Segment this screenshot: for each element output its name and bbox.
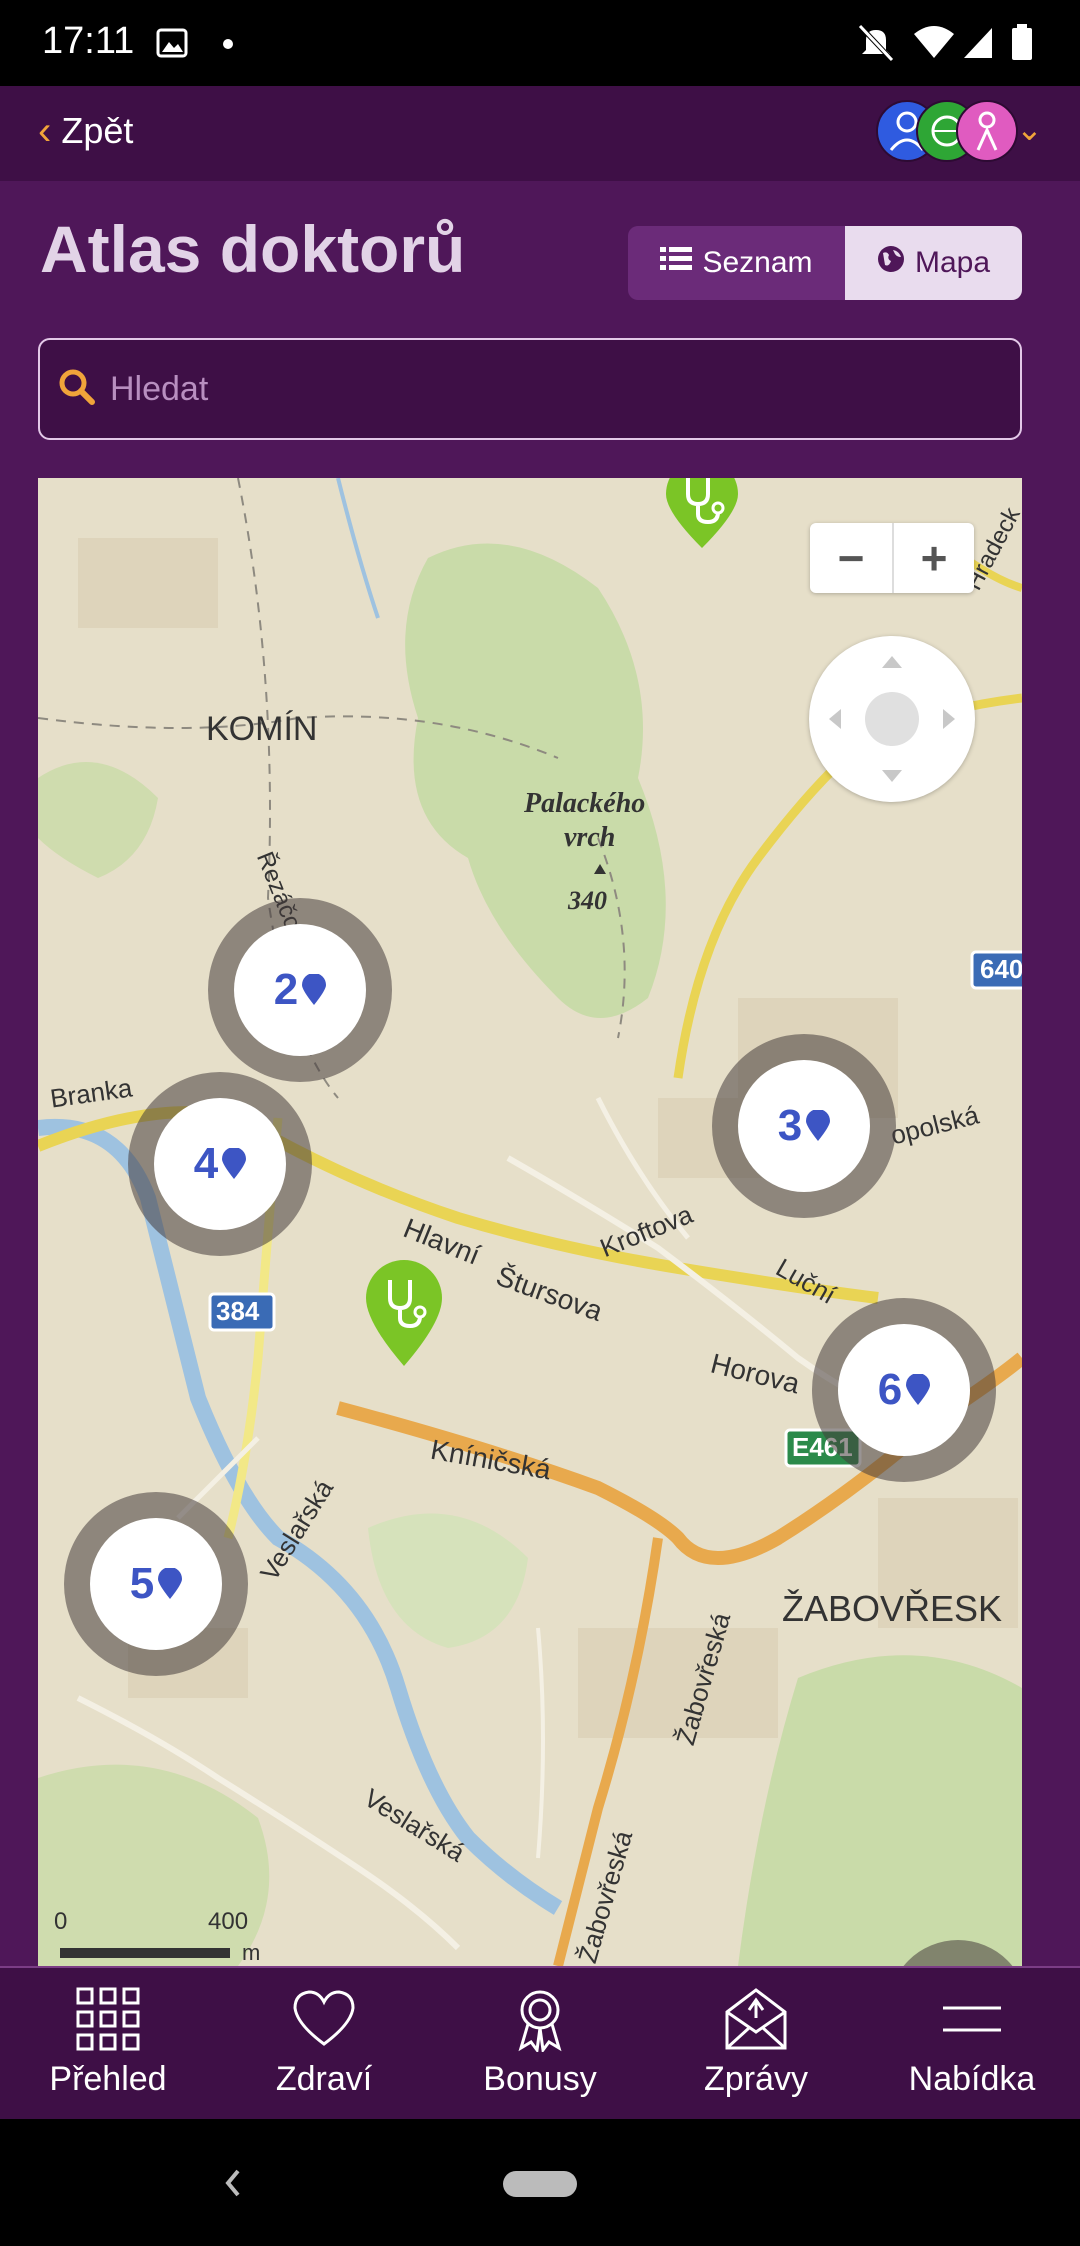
nav-label: Zprávy (704, 2060, 808, 2098)
pan-down-icon (882, 770, 902, 782)
stethoscope-pin-icon (366, 1260, 442, 1366)
main-content: Atlas doktorů Seznam Mapa Hledat KOMÍN P… (0, 181, 1080, 1966)
map-cluster[interactable]: 3 (712, 1034, 896, 1218)
map-label-palackeho: Palackého (524, 788, 646, 819)
list-view-button[interactable]: Seznam (628, 226, 845, 300)
grid-icon (76, 1987, 140, 2051)
chevron-down-icon: ⌄ (1016, 111, 1043, 147)
nav-item-bonusy[interactable]: Bonusy (432, 1968, 648, 2119)
search-box (38, 338, 1022, 440)
back-label: Zpět (61, 110, 134, 151)
scale-label-unit: m (242, 1940, 261, 1965)
map-view-button[interactable]: Mapa (845, 226, 1022, 300)
map-label-road-384: 384 (216, 1296, 260, 1326)
wifi-icon (914, 26, 954, 58)
map-cluster[interactable]: 6 (812, 1298, 996, 1482)
map-cluster[interactable]: 2 (208, 898, 392, 1082)
map-pin-icon (906, 1374, 931, 1405)
system-back-icon (225, 2169, 240, 2197)
mute-icon (858, 24, 894, 62)
nav-item-zpravy[interactable]: Zprávy (648, 1968, 864, 2119)
profile-switcher[interactable]: ⌄ (876, 100, 1046, 168)
map-label-district-zabovresky: ŽABOVŘESK (782, 1588, 1003, 1629)
scale-label-400: 400 (208, 1908, 249, 1935)
map-cluster[interactable]: 4 (128, 1072, 312, 1256)
menu-icon (943, 2006, 1001, 2032)
search-input[interactable] (110, 369, 1010, 409)
map[interactable]: KOMÍN Palackého vrch 340 Řezáčova Branka… (38, 478, 1022, 1966)
pan-left-icon (829, 709, 841, 729)
page-title: Atlas doktorů (40, 212, 466, 286)
list-view-label: Seznam (702, 246, 813, 279)
cluster-count: 2 (273, 965, 299, 1014)
system-navigation-bar (0, 2119, 1080, 2246)
avatar-child-icon (956, 100, 1018, 162)
pan-control[interactable] (809, 636, 975, 802)
zoom-in-button[interactable]: + (892, 523, 974, 593)
status-bar: 17:11 (0, 0, 1080, 86)
stethoscope-pin-icon (666, 478, 738, 548)
status-time: 17:11 (42, 20, 135, 62)
map-pin-icon (302, 974, 327, 1005)
zoom-out-button[interactable]: − (810, 523, 892, 593)
search-icon (58, 368, 96, 411)
app-header: ‹ Zpět ⌄ (0, 86, 1080, 181)
list-icon (660, 245, 693, 281)
signal-icon (964, 28, 992, 58)
bottom-navigation: Přehled Zdraví Bonusy Zprávy Nabídka (0, 1966, 1080, 2119)
map-pin-icon (158, 1568, 183, 1599)
nav-label: Nabídka (908, 2060, 1036, 2098)
zoom-control: − + (810, 523, 974, 593)
pan-right-icon (943, 709, 955, 729)
pan-up-icon (882, 656, 902, 668)
doctor-pin[interactable] (362, 1256, 446, 1373)
heart-icon (293, 1990, 355, 2046)
cluster-count: 5 (129, 1559, 155, 1608)
notification-icons (156, 26, 236, 67)
cluster-count: 4 (193, 1139, 219, 1188)
view-toggle: Seznam Mapa (628, 226, 1022, 300)
map-label-elevation: 340 (568, 886, 607, 915)
cluster-count: 6 (877, 1365, 903, 1414)
map-label-vrch: vrch (564, 822, 616, 853)
nav-item-zdravi[interactable]: Zdraví (216, 1968, 432, 2119)
cluster-count: 3 (777, 1101, 803, 1150)
map-pin-icon (222, 1148, 247, 1179)
nav-label: Přehled (49, 2060, 167, 2098)
globe-icon (877, 245, 905, 281)
chevron-left-icon: ‹ (38, 109, 52, 153)
envelope-icon (725, 1988, 787, 2050)
back-button[interactable]: ‹ Zpět (38, 110, 133, 152)
scale-label-zero: 0 (54, 1908, 68, 1935)
nav-item-nabidka[interactable]: Nabídka (864, 1968, 1080, 2119)
nav-item-prehled[interactable]: Přehled (0, 1968, 216, 2119)
nav-label: Bonusy (483, 2060, 597, 2098)
battery-icon (1012, 24, 1032, 60)
map-label-road-640: 640 (980, 954, 1022, 984)
pan-center-icon (865, 692, 919, 746)
map-view-label: Mapa (914, 246, 991, 279)
map-pin-icon (806, 1110, 831, 1141)
map-label-district-komin: KOMÍN (206, 710, 318, 748)
system-home-handle (503, 2171, 577, 2197)
medal-icon (518, 1990, 562, 2052)
nav-label: Zdraví (275, 2060, 373, 2098)
doctor-pin[interactable] (660, 478, 744, 555)
system-status-icons (856, 20, 1046, 71)
map-cluster[interactable]: 5 (64, 1492, 248, 1676)
